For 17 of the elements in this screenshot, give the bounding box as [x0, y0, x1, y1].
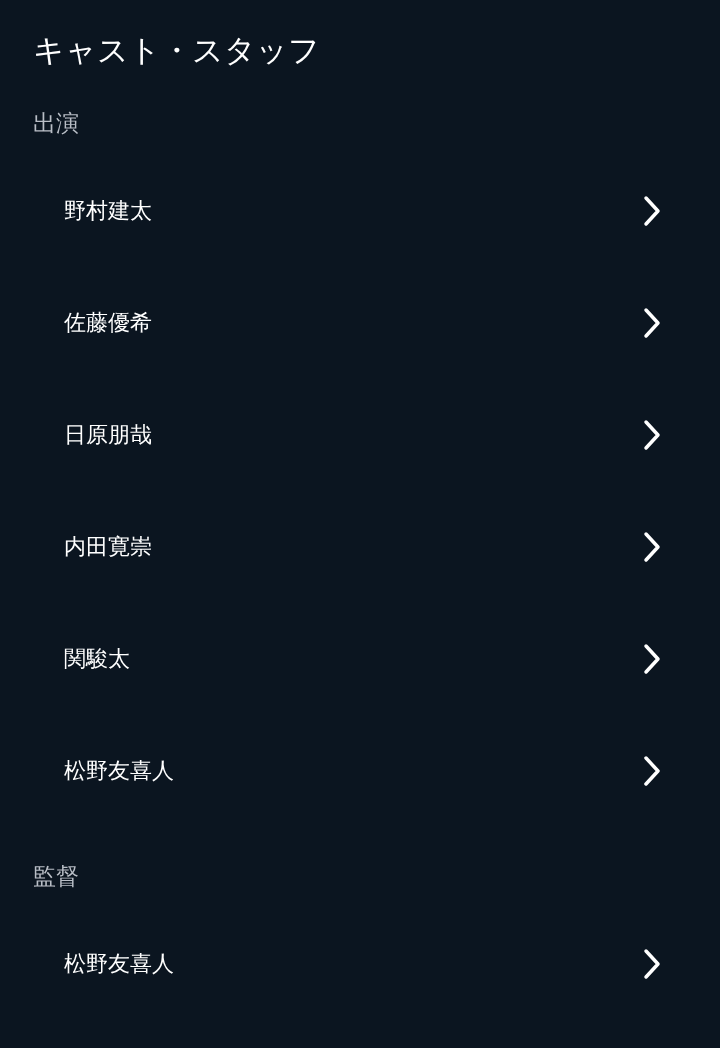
- chevron-right-icon[interactable]: [642, 755, 662, 787]
- chevron-right-icon[interactable]: [642, 948, 662, 980]
- section-heading: 出演: [33, 109, 80, 138]
- person-name[interactable]: 野村建太: [64, 196, 152, 226]
- chevron-right-icon[interactable]: [642, 419, 662, 451]
- person-name[interactable]: 内田寛崇: [64, 532, 152, 562]
- person-name[interactable]: 日原朋哉: [64, 420, 152, 450]
- section-heading: 監督: [33, 862, 80, 891]
- person-name[interactable]: 松野友喜人: [64, 756, 174, 786]
- chevron-right-icon[interactable]: [642, 643, 662, 675]
- chevron-right-icon[interactable]: [642, 307, 662, 339]
- person-name[interactable]: 松野友喜人: [64, 949, 174, 979]
- chevron-right-icon[interactable]: [642, 531, 662, 563]
- page-title: キャスト・スタッフ: [33, 31, 321, 70]
- chevron-right-icon[interactable]: [642, 195, 662, 227]
- person-name[interactable]: 佐藤優希: [64, 308, 152, 338]
- person-name[interactable]: 関駿太: [64, 644, 130, 674]
